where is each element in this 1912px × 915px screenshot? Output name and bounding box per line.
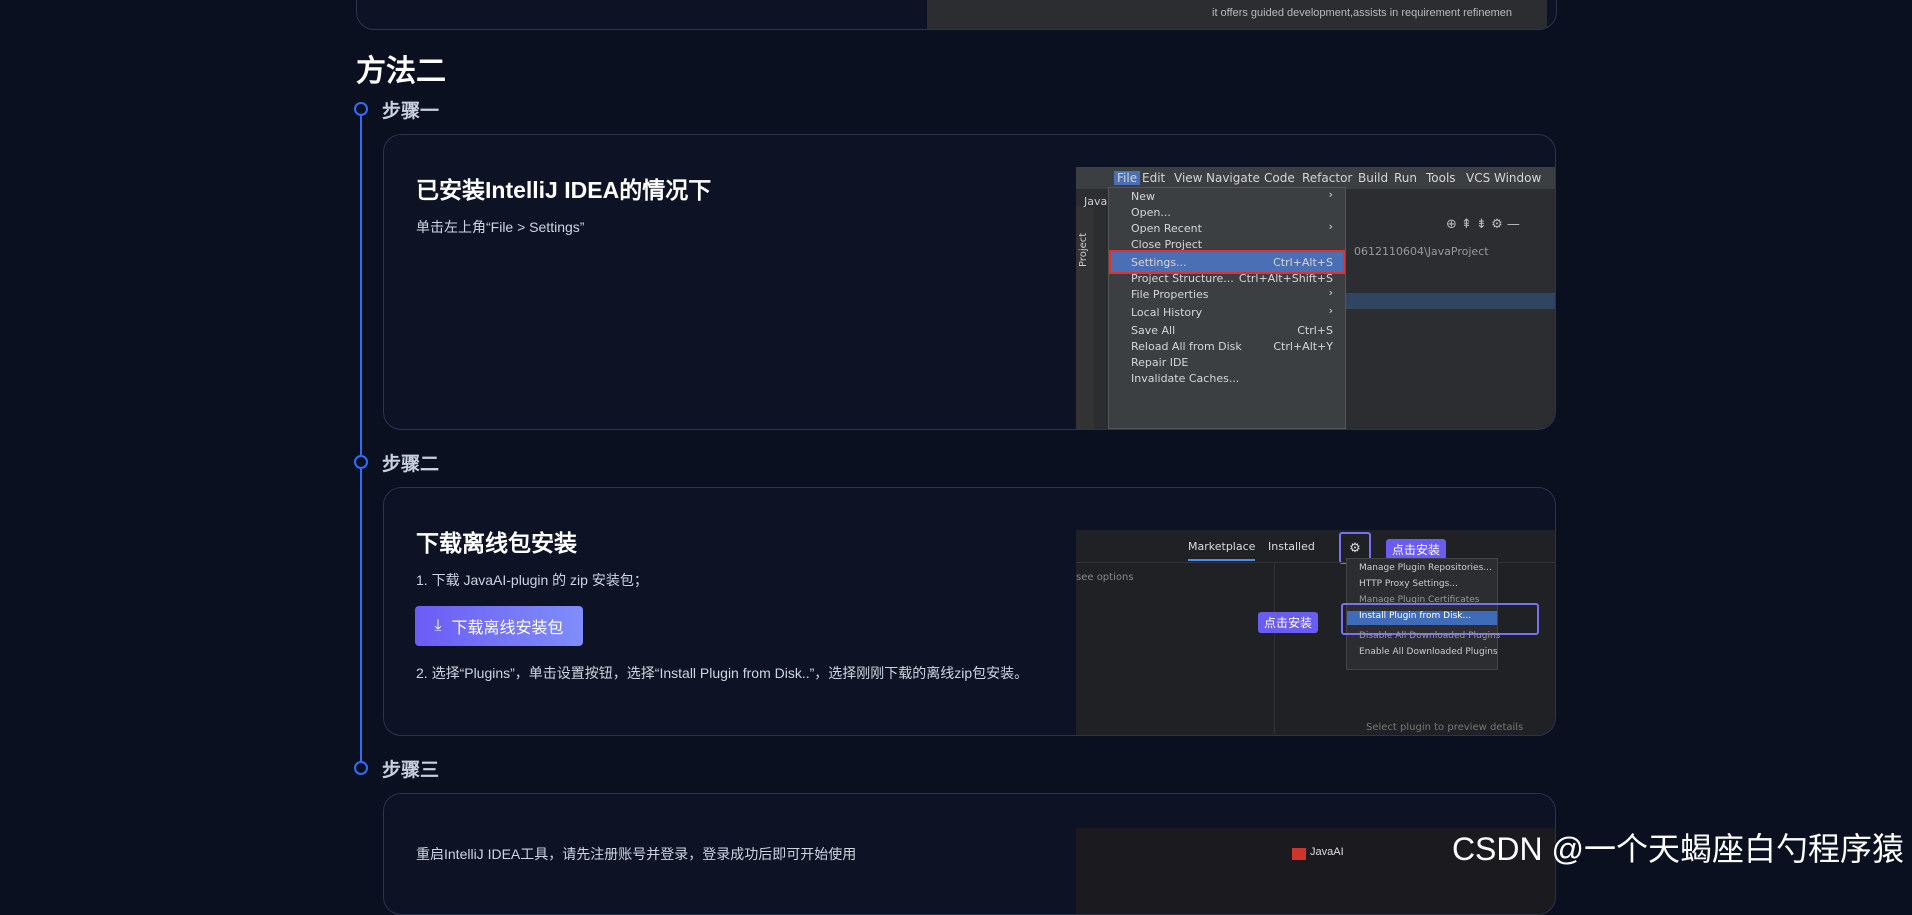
plugin-menu-item-2: HTTP Proxy Settings... [1359, 579, 1458, 589]
menu-item-project-structure[interactable]: Project Structure... [1131, 272, 1234, 285]
ide-project-path: 0612110604\JavaProject [1354, 245, 1489, 258]
download-offline-package-button[interactable]: ⤓ 下载离线安装包 [415, 606, 583, 646]
plugin-menu-item-5: Disable All Downloaded Plugins [1359, 631, 1501, 641]
ide-side-tab: Project [1076, 207, 1094, 429]
ide-side-tab-label: Project [1078, 232, 1089, 267]
step2-title: 下载离线包安装 [416, 530, 577, 556]
install-callout: 点击安装 [1258, 612, 1319, 633]
download-icon: ⤓ [434, 617, 442, 634]
step-label-3: 步骤三 [382, 760, 440, 781]
timeline-dot-2 [354, 455, 368, 469]
step2-plugins-screenshot: Marketplace Installed ⚙ 点击安装 see options… [1076, 530, 1555, 735]
previous-card: it offers guided development,assists in … [356, 0, 1557, 30]
menu-arrow-new: › [1328, 188, 1333, 201]
timeline-dot-3 [354, 761, 368, 775]
previous-card-screenshot: it offers guided development,assists in … [927, 0, 1547, 29]
previous-card-snippet: it offers guided development,assists in … [1212, 7, 1513, 19]
menu-item-open-recent[interactable]: Open Recent [1131, 222, 1202, 235]
step1-text: 单击左上角“File > Settings” [416, 219, 585, 235]
download-button-label: 下载离线安装包 [451, 620, 564, 637]
plugin-settings-menu: Manage Plugin Repositories... HTTP Proxy… [1341, 558, 1539, 670]
menubar-edit: Edit [1142, 171, 1166, 185]
menubar-refactor: Refactor [1302, 171, 1353, 185]
step3-card: 重启IntelliJ IDEA工具，请先注册账号并登录，登录成功后即可开始使用 … [383, 793, 1556, 915]
menubar-view: View [1174, 171, 1203, 185]
menu-item-settings[interactable]: Settings... [1131, 256, 1187, 269]
ide-toolbar-icons: ⊕ ⇞ ⇟ ⚙ — [1446, 217, 1520, 232]
menu-item-reload[interactable]: Reload All from Disk [1131, 340, 1242, 353]
menu-item-invalidate-caches[interactable]: Invalidate Caches... [1131, 372, 1239, 385]
step1-ide-screenshot: File Edit View Navigate Code Refactor Bu… [1076, 167, 1555, 429]
javaai-brand: JavaAI [1310, 846, 1344, 858]
plugin-menu-item-6: Enable All Downloaded Plugins [1359, 647, 1498, 657]
menu-arrow-file-properties: › [1328, 286, 1333, 299]
menu-item-open[interactable]: Open... [1131, 206, 1171, 219]
menubar-code: Code [1264, 171, 1295, 185]
plugin-footer-hint: Select plugin to preview details [1366, 722, 1524, 733]
tab-installed: Installed [1268, 540, 1315, 553]
menubar-build: Build [1358, 171, 1389, 185]
javaai-logo-icon [1292, 848, 1306, 860]
menubar-window: Window [1494, 171, 1542, 185]
step2-line1: 1. 下载 JavaAI-plugin 的 zip 安装包； [416, 572, 648, 588]
menubar-tools: Tools [1426, 171, 1456, 185]
menu-item-file-properties[interactable]: File Properties [1131, 288, 1209, 301]
menu-item-local-history[interactable]: Local History [1131, 306, 1202, 319]
timeline-line [360, 107, 362, 767]
menubar-navigate: Navigate [1206, 171, 1260, 185]
ide-menubar: File Edit View Navigate Code Refactor Bu… [1076, 167, 1555, 189]
menu-item-save-all[interactable]: Save All [1131, 324, 1175, 337]
menubar-run: Run [1394, 171, 1418, 185]
plugin-divider-v [1274, 562, 1275, 735]
step-label-2: 步骤二 [382, 454, 440, 475]
menu-item-new[interactable]: New [1131, 190, 1155, 203]
plugin-menu-install-from-disk[interactable]: Install Plugin from Disk... [1347, 611, 1497, 625]
csdn-watermark: CSDN @一个天蝎座白勺程序猿 [1451, 831, 1904, 867]
menu-arrow-open-recent: › [1328, 220, 1333, 233]
menu-item-repair-ide[interactable]: Repair IDE [1131, 356, 1188, 369]
tab-marketplace: Marketplace [1188, 540, 1256, 561]
ide-selected-row [1344, 293, 1555, 309]
menubar-vcs: VCS [1466, 171, 1491, 185]
file-menu: New › Open... Open Recent › Close Projec… [1108, 187, 1346, 429]
step-label-1: 步骤一 [382, 101, 440, 122]
gear-callout: 点击安装 [1386, 539, 1447, 560]
menu-shortcut-save-all: Ctrl+S [1297, 324, 1333, 337]
step3-text: 重启IntelliJ IDEA工具，请先注册账号并登录，登录成功后即可开始使用 [416, 846, 857, 862]
menu-arrow-local-history: › [1328, 304, 1333, 317]
plugin-menu-item-1: Manage Plugin Repositories... [1359, 563, 1492, 573]
step1-card: 已安装IntelliJ IDEA的情况下 单击左上角“File > Settin… [383, 134, 1556, 430]
menubar-file: File [1114, 171, 1141, 185]
step2-line2: 2. 选择“Plugins”，单击设置按钮，选择“Install Plugin … [416, 665, 1029, 681]
timeline-dot-1 [354, 102, 368, 116]
menu-shortcut-project-structure: Ctrl+Alt+Shift+S [1238, 272, 1333, 285]
menu-shortcut-settings: Ctrl+Alt+S [1273, 256, 1333, 269]
section-title: 方法二 [356, 55, 446, 88]
step1-title: 已安装IntelliJ IDEA的情况下 [416, 177, 712, 203]
menu-shortcut-reload: Ctrl+Alt+Y [1273, 340, 1333, 353]
plugin-search-hint: see options [1076, 572, 1134, 583]
